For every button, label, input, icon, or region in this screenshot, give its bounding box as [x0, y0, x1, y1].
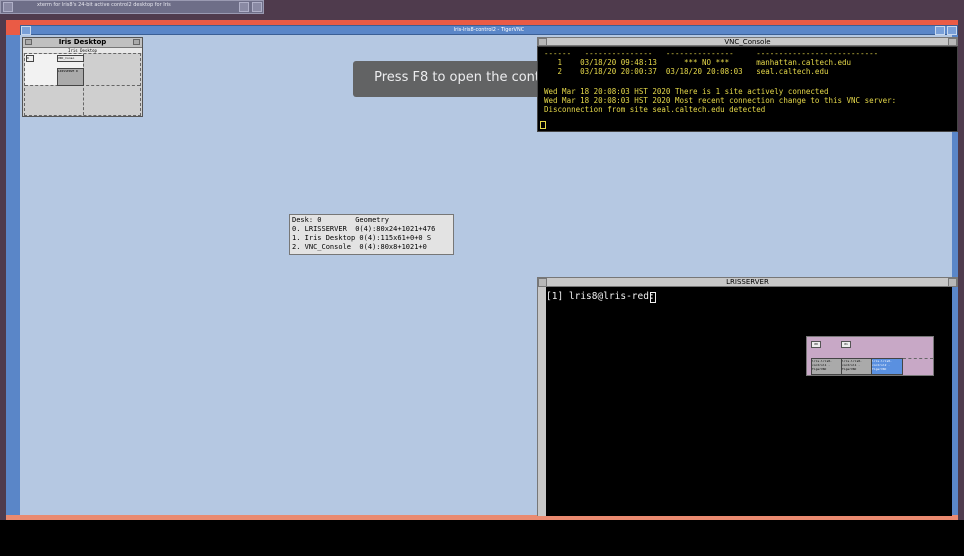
vnc-frame-left [6, 35, 20, 517]
window-menu-button[interactable] [3, 2, 13, 12]
console-cursor [540, 121, 546, 129]
mini-pager-window[interactable]: lris-lris8-control1 - TigerVNC [841, 358, 872, 375]
screen-bottom-area [0, 520, 964, 556]
maximize-button[interactable] [947, 26, 957, 35]
vnc-titlebar[interactable]: lris-lris8-control2 - TigerVNC [20, 25, 958, 35]
geometry-row[interactable]: 0. LRISSERVER 0(4):80x24+1021+476 [292, 225, 435, 233]
iconify-button[interactable] [239, 2, 249, 12]
xterm-title: xterm for lris8's 24-bit active control2… [37, 2, 171, 8]
console-line: Wed Mar 18 20:08:03 HST 2020 Most recent… [544, 96, 897, 105]
pager-window-lrisserver[interactable]: LRISSERVE R [57, 68, 84, 86]
lrisserver-scrollbar[interactable] [537, 287, 546, 516]
pager-grid[interactable]: 0 VNC_Conso LRISSERVE R [24, 53, 141, 116]
vnc-window-title: lris-lris8-control2 - TigerVNC [453, 27, 525, 33]
iconify-button[interactable] [935, 26, 945, 35]
pager-window-console[interactable]: VNC_Conso [57, 55, 84, 62]
close-button[interactable] [133, 39, 140, 45]
vnc-console-terminal[interactable]: ------ --------------- --------------- -… [537, 46, 958, 132]
lrisserver-titlebar[interactable]: LRISSERVER [537, 277, 958, 287]
console-line: 1 03/18/20 09:48:13 *** NO *** manhattan… [544, 58, 852, 67]
console-titlebar[interactable]: VNC_Console [537, 37, 958, 46]
console-line: ------ --------------- --------------- -… [544, 49, 879, 58]
pager-desk-label: 0 [26, 55, 34, 62]
close-button[interactable] [948, 38, 957, 46]
geometry-row[interactable]: 2. VNC_Console 0(4):80x8+1021+0 [292, 243, 427, 251]
mini-pager[interactable]: 00 01 lris-lris8-control1 - TigerVNC lri… [806, 336, 934, 376]
geometry-row[interactable]: 1. Iris Desktop 0(4):115x61+0+0 S [292, 234, 431, 242]
mini-pager-desk-tab[interactable]: 01 [841, 341, 851, 348]
mini-pager-desk-tab[interactable]: 00 [811, 341, 821, 348]
mini-pager-window[interactable]: lris-lris8-control1 - TigerVNC [811, 358, 842, 375]
console-line: Disconnection from site seal.caltech.edu… [544, 105, 766, 114]
xterm-titlebar[interactable]: xterm for lris8's 24-bit active control2… [0, 0, 264, 14]
close-button[interactable] [948, 278, 957, 287]
shell-prompt: [1] lris8@lris-red: [546, 291, 661, 302]
lrisserver-title: LRISSERVER [726, 278, 769, 286]
desktop-pager[interactable]: Iris Desktop Iris Desktop 0 VNC_Conso LR… [22, 37, 143, 117]
mini-pager-window-active[interactable]: lris-lris8-control2 - TigerVNC [871, 358, 903, 375]
console-line: Wed Mar 18 20:08:03 HST 2020 There is 1 … [544, 87, 829, 96]
geometry-header: Desk: 0 Geometry [292, 216, 389, 224]
maximize-button[interactable] [252, 2, 262, 12]
terminal-cursor [650, 292, 656, 303]
lrisserver-terminal[interactable]: [1] lris8@lris-red: [546, 287, 952, 516]
pager-title: Iris Desktop [58, 38, 107, 46]
console-title: VNC_Console [724, 38, 771, 46]
pager-titlebar[interactable]: Iris Desktop [23, 38, 142, 48]
console-line: 2 03/18/20 20:00:37 03/18/20 20:08:03 se… [544, 67, 829, 76]
geometry-window-list[interactable]: Desk: 0 Geometry 0. LRISSERVER 0(4):80x2… [289, 214, 454, 255]
